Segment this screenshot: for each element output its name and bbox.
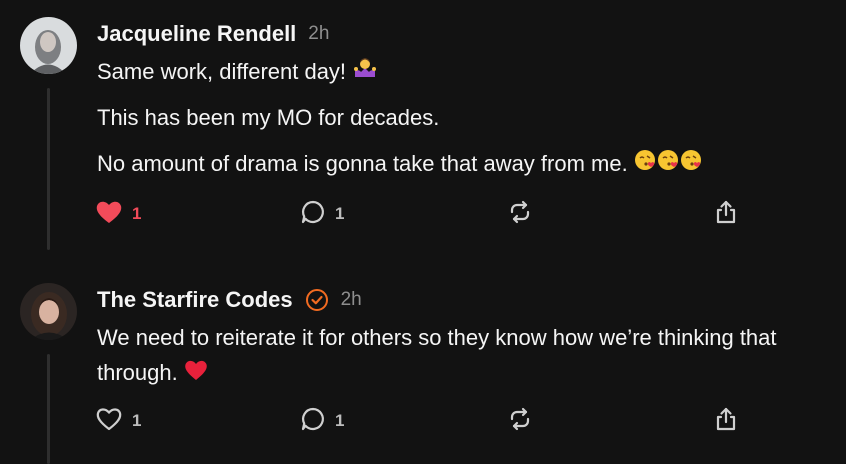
thread-line [47, 88, 50, 250]
avatar[interactable] [20, 283, 77, 340]
comment-paragraph: This has been my MO for decades. [97, 105, 440, 130]
comment-icon [300, 406, 326, 437]
share-button[interactable] [713, 199, 739, 229]
repost-icon [507, 406, 533, 437]
comment-paragraph: No amount of drama is gonna take that aw… [97, 147, 704, 182]
share-icon [713, 199, 739, 230]
comment-text-line: through. [97, 356, 208, 391]
comment-button[interactable]: 1 [300, 406, 344, 436]
red-heart-emoji [184, 357, 208, 391]
timestamp: 2h [308, 23, 330, 44]
thread-line [47, 354, 50, 464]
comment-header: Jacqueline Rendell 2h [97, 21, 329, 47]
repost-icon [507, 199, 533, 230]
like-button[interactable]: 1 [95, 199, 141, 229]
like-count: 1 [132, 411, 142, 430]
comment-paragraph: Same work, different day! [97, 55, 378, 91]
share-button[interactable] [713, 406, 739, 436]
reply-count: 1 [335, 204, 345, 223]
comment-icon [300, 199, 326, 230]
comment-text-line: We need to reiterate it for others so th… [97, 325, 777, 350]
comment-actions: 1 1 [95, 199, 745, 229]
person-shrugging-emoji [352, 55, 378, 91]
reply-count: 1 [335, 411, 345, 430]
face-blowing-kiss-emoji [634, 148, 704, 182]
author-name[interactable]: The Starfire Codes [97, 287, 293, 313]
comment-button[interactable]: 1 [300, 199, 344, 229]
paragraph-text: No amount of drama is gonna take that aw… [97, 151, 628, 176]
repost-button[interactable] [507, 199, 533, 229]
comment-actions: 1 1 [95, 406, 745, 436]
timestamp: 2h [340, 289, 362, 310]
avatar[interactable] [20, 17, 77, 74]
text-line-content: through. [97, 360, 178, 385]
comment-header: The Starfire Codes 2h [97, 287, 362, 313]
repost-button[interactable] [507, 406, 533, 436]
share-icon [713, 406, 739, 437]
paragraph-text: Same work, different day! [97, 59, 347, 84]
like-count: 1 [132, 204, 142, 223]
heart-icon [95, 199, 123, 230]
verified-badge-icon [305, 288, 329, 312]
author-name[interactable]: Jacqueline Rendell [97, 21, 296, 47]
like-button[interactable]: 1 [95, 406, 141, 436]
heart-icon [95, 406, 123, 437]
